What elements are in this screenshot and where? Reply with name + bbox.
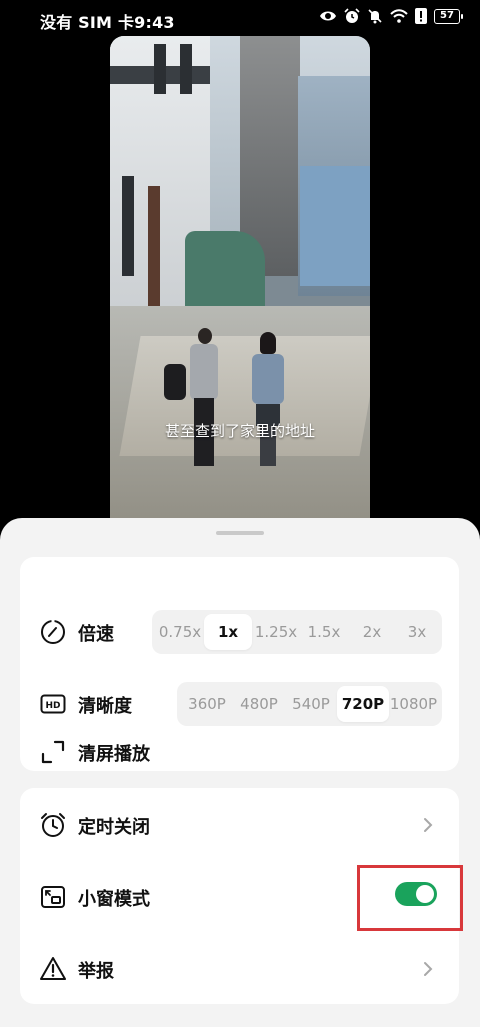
video-scene-man bbox=[190, 328, 218, 468]
speed-option-2x[interactable]: 2x bbox=[348, 614, 396, 650]
speed-option-1x[interactable]: 1x bbox=[204, 614, 252, 650]
mini-window-label: 小窗模式 bbox=[78, 889, 150, 910]
fullscreen-corners-icon bbox=[41, 740, 65, 764]
quality-option-360p[interactable]: 360P bbox=[181, 686, 233, 722]
carrier-time-text: 没有 SIM 卡9:43 bbox=[40, 13, 175, 32]
timer-close-label: 定时关闭 bbox=[78, 817, 150, 838]
quality-option-540p[interactable]: 540P bbox=[285, 686, 337, 722]
video-player[interactable]: 甚至查到了家里的地址 bbox=[110, 36, 370, 546]
svg-text:HD: HD bbox=[45, 701, 60, 711]
speed-option-1.5x[interactable]: 1.5x bbox=[300, 614, 348, 650]
status-bar: 没有 SIM 卡9:43 57 bbox=[0, 0, 480, 36]
quality-row: HD 清晰度 360P 480P 540P 720P 1080P bbox=[20, 679, 459, 729]
speed-option-3x[interactable]: 3x bbox=[396, 614, 438, 650]
video-scene-tarp bbox=[185, 231, 265, 311]
wifi-icon bbox=[390, 9, 408, 23]
quality-selector: 360P 480P 540P 720P 1080P bbox=[177, 682, 442, 726]
video-scene-girl bbox=[250, 332, 286, 468]
alarm-clock-icon bbox=[41, 813, 65, 837]
toggle-highlight-box bbox=[357, 865, 463, 931]
quality-option-1080p[interactable]: 1080P bbox=[389, 686, 438, 722]
alarm-icon bbox=[344, 8, 360, 23]
video-scene-blue-house bbox=[300, 166, 370, 286]
settings-sheet: 倍速 0.75x 1x 1.25x 1.5x 2x 3x HD 清晰度 360P… bbox=[0, 518, 480, 1027]
clear-screen-button[interactable]: 清屏播放 bbox=[20, 727, 459, 777]
chevron-right-icon bbox=[424, 962, 433, 976]
chevron-right-icon bbox=[424, 818, 433, 832]
speed-selector: 0.75x 1x 1.25x 1.5x 2x 3x bbox=[152, 610, 442, 654]
battery-icon: 57 bbox=[434, 8, 463, 24]
speed-option-0.75x[interactable]: 0.75x bbox=[156, 614, 204, 650]
clear-screen-label: 清屏播放 bbox=[78, 744, 150, 765]
eye-icon bbox=[320, 11, 336, 21]
timer-close-row[interactable]: 定时关闭 bbox=[20, 800, 459, 850]
hd-icon: HD bbox=[40, 694, 66, 714]
status-icons: 57 bbox=[319, 8, 463, 24]
speed-label: 倍速 bbox=[78, 624, 114, 645]
alert-icon bbox=[415, 8, 427, 24]
picture-in-picture-icon bbox=[41, 886, 65, 908]
video-scene-bag bbox=[164, 364, 186, 400]
report-row[interactable]: 举报 bbox=[20, 944, 459, 994]
speed-dial-icon bbox=[41, 620, 65, 644]
quality-label: 清晰度 bbox=[78, 696, 132, 717]
video-subtitle: 甚至查到了家里的地址 bbox=[164, 422, 315, 440]
warning-icon bbox=[40, 957, 66, 980]
report-label: 举报 bbox=[78, 961, 114, 982]
mute-icon bbox=[368, 9, 382, 24]
playback-settings-card: 倍速 0.75x 1x 1.25x 1.5x 2x 3x HD 清晰度 360P… bbox=[20, 557, 459, 771]
quality-option-720p[interactable]: 720P bbox=[337, 686, 389, 722]
quality-option-480p[interactable]: 480P bbox=[233, 686, 285, 722]
speed-option-1.25x[interactable]: 1.25x bbox=[252, 614, 300, 650]
speed-row: 倍速 0.75x 1x 1.25x 1.5x 2x 3x bbox=[20, 607, 459, 657]
sheet-drag-handle[interactable] bbox=[216, 531, 264, 535]
